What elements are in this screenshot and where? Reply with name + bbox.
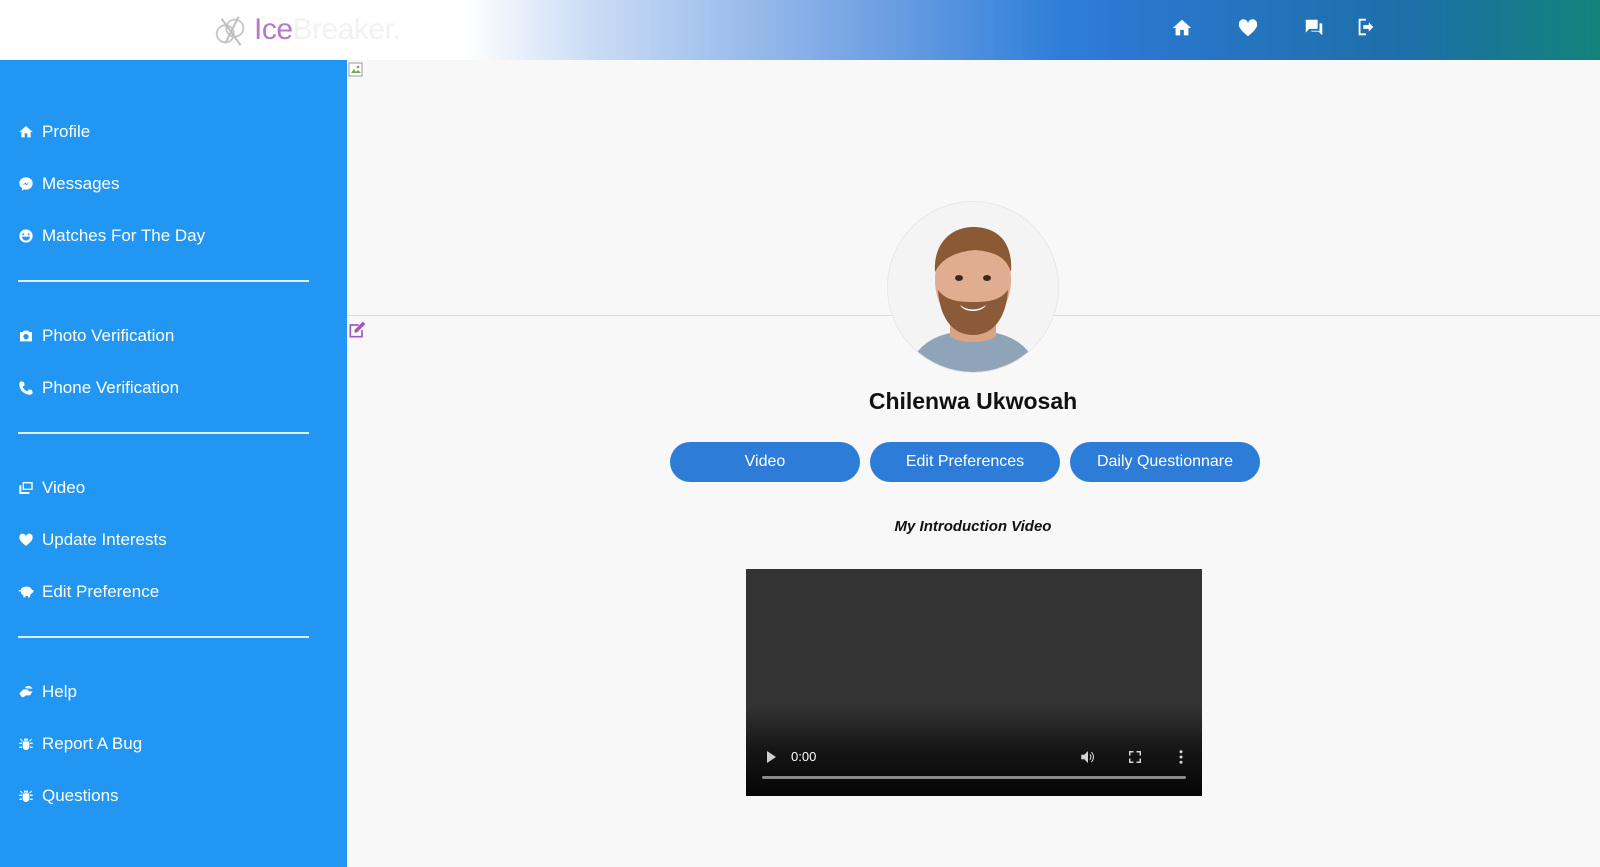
nav-logout-button[interactable]	[1352, 13, 1380, 41]
smile-icon	[18, 228, 34, 244]
sidebar-item-label: Phone Verification	[42, 378, 180, 397]
sidebar-item-help[interactable]: Help	[0, 666, 347, 718]
phone-icon	[18, 380, 34, 396]
nav-messages-button[interactable]	[1300, 14, 1328, 42]
sidebar-item-label: Update Interests	[42, 530, 167, 549]
sidebar: Profile Messages Matches For The Day Pho…	[0, 60, 347, 867]
fullscreen-button[interactable]	[1126, 748, 1144, 766]
nav-likes-button[interactable]	[1234, 14, 1262, 42]
sidebar-item-profile[interactable]: Profile	[0, 106, 347, 158]
nav-home-button[interactable]	[1168, 14, 1196, 42]
sidebar-item-label: Video	[42, 478, 86, 497]
app-logo[interactable]: IceBreaker.	[212, 8, 401, 52]
intro-video-title: My Introduction Video	[894, 518, 1052, 535]
top-header: IceBreaker.	[0, 0, 1600, 60]
home-icon	[1172, 19, 1192, 36]
edit-icon	[349, 321, 366, 338]
sidebar-item-label: Profile	[42, 122, 91, 141]
heartbeat-icon	[18, 532, 34, 548]
intro-video-player[interactable]: 0:00	[746, 569, 1202, 796]
sidebar-item-video[interactable]: Video	[0, 462, 347, 514]
edit-cover-button[interactable]	[347, 320, 367, 340]
play-icon	[767, 751, 776, 763]
volume-button[interactable]	[1079, 748, 1097, 766]
sidebar-item-label: Help	[42, 682, 77, 701]
sidebar-item-label: Photo Verification	[42, 326, 175, 345]
sidebar-item-edit-preference[interactable]: Edit Preference	[0, 566, 347, 618]
photo-video-icon	[18, 480, 34, 496]
profile-avatar[interactable]	[888, 202, 1058, 372]
sidebar-divider	[18, 280, 309, 282]
avatar-image	[888, 202, 1058, 372]
sidebar-item-report-bug[interactable]: Report A Bug	[0, 718, 347, 770]
sidebar-item-label: Matches For The Day	[42, 226, 206, 245]
logo-text-ice: Ice	[254, 13, 293, 46]
daily-questionnaire-button[interactable]: Daily Questionnare	[1070, 442, 1260, 482]
bug-icon	[18, 788, 34, 804]
sidebar-item-label: Edit Preference	[42, 582, 160, 601]
logo-text-breaker: Breaker.	[292, 13, 401, 46]
play-button[interactable]	[764, 750, 778, 764]
sidebar-item-label: Messages	[42, 174, 120, 193]
sidebar-item-label: Report A Bug	[42, 734, 143, 753]
more-options-button[interactable]	[1172, 748, 1190, 766]
more-vertical-icon	[1179, 750, 1183, 764]
video-progress-bar[interactable]	[762, 776, 1186, 779]
profile-action-buttons: Video Edit Preferences Daily Questionnar…	[670, 442, 1260, 482]
video-button[interactable]: Video	[670, 442, 860, 482]
home-icon	[18, 124, 34, 140]
hands-helping-icon	[18, 684, 34, 700]
logout-icon	[1358, 18, 1374, 36]
heart-icon	[1238, 19, 1258, 37]
sidebar-item-messages[interactable]: Messages	[0, 158, 347, 210]
sidebar-item-update-interests[interactable]: Update Interests	[0, 514, 347, 566]
camera-icon	[18, 328, 34, 344]
piggy-bank-icon	[18, 584, 34, 600]
sidebar-item-label: Questions	[42, 786, 119, 805]
sidebar-item-matches[interactable]: Matches For The Day	[0, 210, 347, 262]
fullscreen-icon	[1129, 751, 1141, 763]
sidebar-item-photo-verification[interactable]: Photo Verification	[0, 310, 347, 362]
edit-preferences-button[interactable]: Edit Preferences	[870, 442, 1060, 482]
chat-icon	[1305, 19, 1323, 36]
volume-icon	[1081, 751, 1094, 763]
sidebar-item-questions[interactable]: Questions	[0, 770, 347, 822]
sidebar-item-phone-verification[interactable]: Phone Verification	[0, 362, 347, 414]
sidebar-divider	[18, 636, 309, 638]
video-time: 0:00	[791, 749, 817, 764]
logo-icon	[215, 16, 245, 46]
profile-name: Chilenwa Ukwosah	[868, 388, 1078, 414]
messenger-icon	[18, 176, 34, 192]
sidebar-divider	[18, 432, 309, 434]
bug-icon	[18, 736, 34, 752]
broken-image-icon	[348, 62, 363, 77]
